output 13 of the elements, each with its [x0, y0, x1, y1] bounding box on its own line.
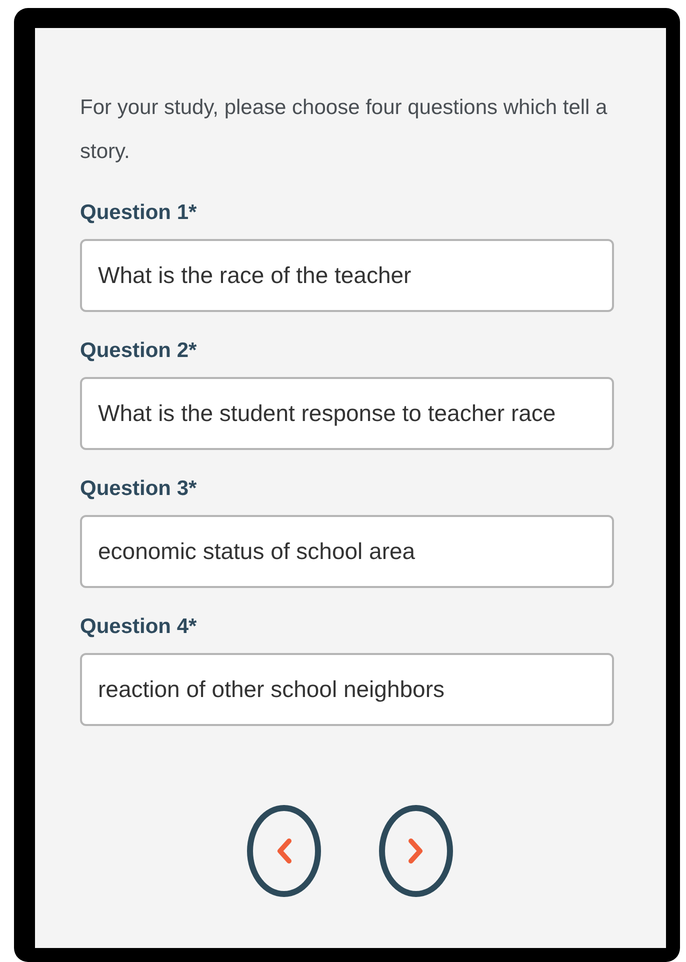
- question-input[interactable]: economic status of school area: [80, 515, 614, 588]
- question-input[interactable]: What is the student response to teacher race: [80, 377, 614, 450]
- question-label: Question 4*: [80, 614, 197, 640]
- question-input[interactable]: What is the race of the teacher: [80, 239, 614, 312]
- instructions-text: For your study, please choose four questions which tell a story.: [80, 95, 608, 165]
- chevron-left-icon: [276, 838, 292, 864]
- question-label: Question 1*: [80, 200, 197, 226]
- previous-button[interactable]: [247, 805, 321, 897]
- chevron-right-icon: [408, 838, 424, 864]
- question-label: Question 3*: [80, 476, 197, 502]
- question-input[interactable]: reaction of other school neighbors: [80, 653, 614, 726]
- question-label: Question 2*: [80, 338, 197, 364]
- next-button[interactable]: [379, 805, 453, 897]
